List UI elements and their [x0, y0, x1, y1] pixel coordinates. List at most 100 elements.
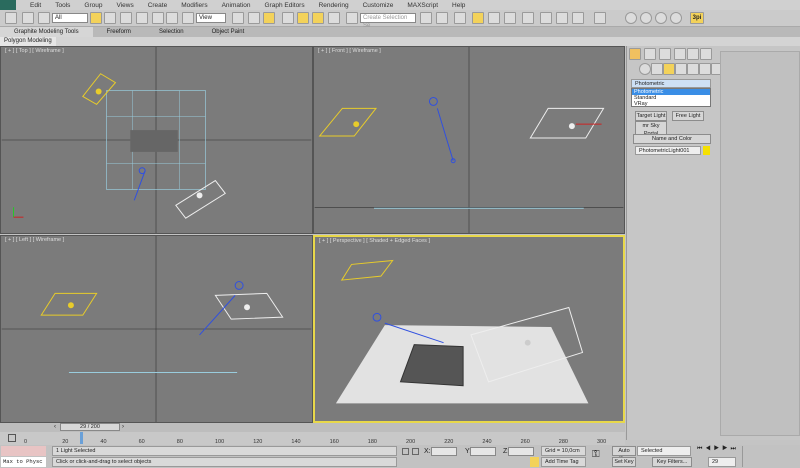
rotate-icon[interactable] — [166, 12, 178, 24]
x-coordinate-input[interactable] — [431, 447, 457, 456]
menu-create[interactable]: Create — [148, 2, 168, 9]
curve-editor-icon[interactable] — [488, 12, 500, 24]
menu-modifiers[interactable]: Modifiers — [181, 2, 207, 9]
schematic-view-icon[interactable] — [504, 12, 516, 24]
menu-views[interactable]: Views — [116, 2, 133, 9]
reference-coord-dropdown[interactable]: View — [196, 13, 226, 23]
geometry-icon[interactable] — [639, 63, 651, 75]
layer-manager-icon[interactable] — [454, 12, 466, 24]
helpers-icon[interactable] — [687, 63, 699, 75]
display-tab-icon[interactable] — [687, 48, 699, 60]
angle-snap-icon[interactable] — [297, 12, 309, 24]
bind-space-warp-icon[interactable] — [38, 12, 50, 24]
create-tab-icon[interactable] — [629, 48, 641, 60]
zoom-minus-icon[interactable] — [670, 12, 682, 24]
object-color-swatch[interactable] — [703, 146, 710, 155]
mini-curve-editor-icon[interactable] — [8, 434, 16, 442]
object-name-input[interactable]: PhotometricLight001 — [635, 146, 701, 155]
key-filters-button[interactable]: Key Filters... — [652, 457, 692, 467]
zoom-plus-small-icon[interactable] — [625, 12, 637, 24]
tab-graphite-modeling-tools[interactable]: Graphite Modeling Tools — [0, 27, 93, 37]
light-type-dropdown[interactable]: Photometric — [631, 79, 711, 88]
pivot-icon[interactable] — [232, 12, 244, 24]
viewport-label[interactable]: [ + ] [ Perspective ] [ Shaded + Edged F… — [319, 238, 430, 244]
rect-selection-icon[interactable] — [120, 12, 132, 24]
move-icon[interactable] — [152, 12, 164, 24]
render-setup-icon[interactable] — [540, 12, 552, 24]
tab-object-paint[interactable]: Object Paint — [198, 27, 259, 37]
next-frame-icon[interactable]: › — [122, 424, 124, 430]
maxscript-listener-top[interactable] — [1, 446, 46, 456]
select-by-name-icon[interactable] — [104, 12, 116, 24]
window-crossing-icon[interactable] — [136, 12, 148, 24]
zoom-minus-small-icon[interactable] — [655, 12, 667, 24]
polygon-modeling-button[interactable]: Polygon Modeling — [0, 37, 56, 46]
render-teapot-icon[interactable] — [572, 12, 584, 24]
add-time-tag-button[interactable]: Add Time Tag — [541, 457, 586, 467]
link-icon[interactable] — [5, 12, 17, 24]
selection-filter-dropdown[interactable]: All — [52, 13, 88, 23]
maxscript-listener-input[interactable]: Max to Physc — [1, 457, 46, 467]
unlink-icon[interactable] — [22, 12, 34, 24]
menu-graph-editors[interactable]: Graph Editors — [265, 2, 305, 9]
hierarchy-tab-icon[interactable] — [659, 48, 671, 60]
playback-controls[interactable]: ⏮◀▶▶⏭ — [697, 446, 739, 453]
lock-selection-icon[interactable] — [402, 448, 409, 455]
cameras-icon[interactable] — [675, 63, 687, 75]
rendered-frame-icon[interactable] — [556, 12, 568, 24]
current-frame-input[interactable]: 29 — [708, 457, 736, 467]
tab-selection[interactable]: Selection — [145, 27, 198, 37]
graphite-toggle-icon[interactable] — [472, 12, 484, 24]
menu-customize[interactable]: Customize — [363, 2, 394, 9]
auto-key-button[interactable]: Auto Key — [612, 446, 636, 462]
menu-help[interactable]: Help — [452, 2, 465, 9]
menu-tools[interactable]: Tools — [55, 2, 70, 9]
z-coordinate-input[interactable] — [508, 447, 534, 456]
edit-named-selection-icon[interactable] — [346, 12, 358, 24]
time-tag-icon[interactable] — [530, 457, 539, 467]
menu-rendering[interactable]: Rendering — [319, 2, 349, 9]
viewport-front[interactable]: [ + ] [ Front ] [ Wireframe ] — [313, 46, 625, 234]
motion-tab-icon[interactable] — [674, 48, 686, 60]
mirror-icon[interactable] — [420, 12, 432, 24]
absolute-mode-icon[interactable] — [412, 448, 419, 455]
menu-edit[interactable]: Edit — [30, 2, 41, 9]
keyboard-shortcut-override-icon[interactable] — [263, 12, 275, 24]
option-vray[interactable]: VRay — [632, 101, 710, 107]
plugin-arrow-icon[interactable] — [594, 12, 606, 24]
tab-freeform[interactable]: Freeform — [93, 27, 145, 37]
viewport-perspective[interactable]: [ + ] [ Perspective ] [ Shaded + Edged F… — [313, 235, 625, 423]
menu-group[interactable]: Group — [84, 2, 102, 9]
app-logo-button[interactable] — [0, 0, 16, 10]
viewport-navigation-controls[interactable] — [742, 446, 798, 467]
target-light-button[interactable]: Target Light — [635, 111, 667, 121]
spinner-snap-icon[interactable] — [328, 12, 340, 24]
material-editor-icon[interactable] — [522, 12, 534, 24]
space-warps-icon[interactable] — [699, 63, 711, 75]
align-icon[interactable] — [436, 12, 448, 24]
menu-maxscript[interactable]: MAXScript — [407, 2, 438, 9]
set-key-mode-icon[interactable]: ⚿ — [592, 449, 600, 460]
select-object-icon[interactable] — [90, 12, 102, 24]
percent-snap-icon[interactable] — [312, 12, 324, 24]
time-slider-thumb[interactable]: 29 / 200 — [60, 423, 120, 431]
viewport-label[interactable]: [ + ] [ Front ] [ Wireframe ] — [318, 48, 381, 54]
set-key-button[interactable]: Set Key — [612, 457, 636, 467]
named-selection-input[interactable]: Create Selection Se — [360, 13, 416, 29]
menu-animation[interactable]: Animation — [222, 2, 251, 9]
key-mode-dropdown[interactable]: Selected — [637, 446, 691, 456]
shapes-icon[interactable] — [651, 63, 663, 75]
scale-icon[interactable] — [182, 12, 194, 24]
name-and-color-rollout[interactable]: Name and Color — [633, 134, 711, 144]
select-manipulate-icon[interactable] — [248, 12, 260, 24]
3pi-badge[interactable]: 3pi — [690, 12, 704, 24]
viewport-left[interactable]: [ + ] [ Left ] [ Wireframe ] — [0, 235, 313, 423]
viewport-label[interactable]: [ + ] [ Top ] [ Wireframe ] — [5, 48, 64, 54]
prev-frame-icon[interactable]: ‹ — [54, 424, 56, 430]
zoom-plus-icon[interactable] — [640, 12, 652, 24]
lights-icon[interactable] — [663, 63, 675, 75]
modify-tab-icon[interactable] — [644, 48, 656, 60]
viewport-label[interactable]: [ + ] [ Left ] [ Wireframe ] — [5, 237, 64, 243]
free-light-button[interactable]: Free Light — [672, 111, 704, 121]
y-coordinate-input[interactable] — [470, 447, 496, 456]
